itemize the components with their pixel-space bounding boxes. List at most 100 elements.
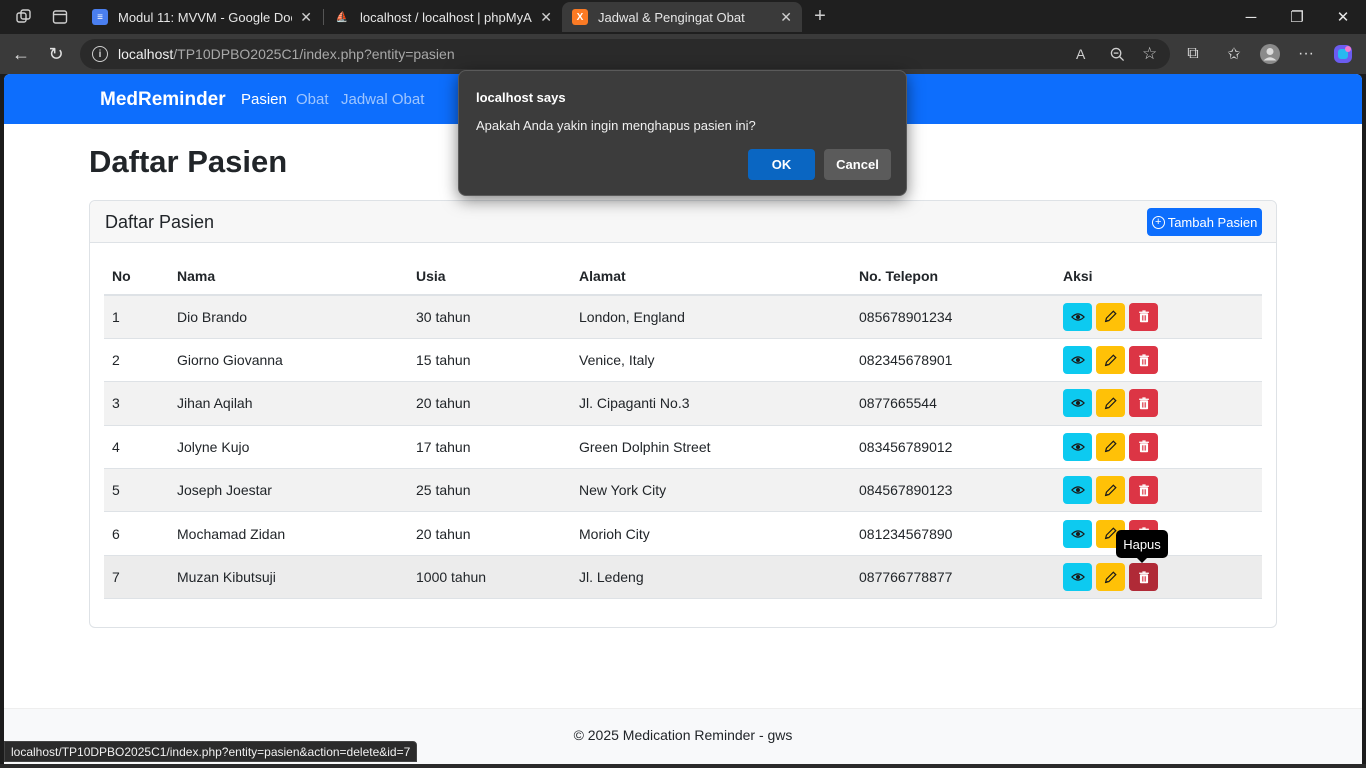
navbar-brand[interactable]: MedReminder [100, 89, 226, 111]
zoom-icon[interactable] [1110, 39, 1125, 69]
header-no: No [104, 258, 169, 296]
nav-link-pasien[interactable]: Pasien [241, 91, 287, 108]
delete-button[interactable] [1129, 432, 1158, 461]
url-path: /TP10DPBO2025C1/index.php?entity=pasien [173, 46, 455, 62]
add-patient-label: Tambah Pasien [1167, 214, 1258, 230]
cell-aksi [1055, 555, 1262, 600]
vertical-tabs-icon[interactable] [50, 7, 70, 27]
cell-no: 6 [104, 511, 169, 556]
close-tab-icon[interactable]: ✕ [780, 9, 792, 26]
browser-toolbar: ← ↻ i localhost/TP10DPBO2025C1/index.php… [0, 34, 1366, 74]
pencil-icon [1104, 310, 1117, 323]
dialog-message: Apakah Anda yakin ingin menghapus pasien… [476, 118, 756, 133]
copilot-icon[interactable] [1331, 42, 1355, 66]
table-row: 2 Giorno Giovanna 15 tahun Venice, Italy 082… [104, 338, 1262, 383]
xampp-icon: X [572, 9, 588, 25]
cell-aksi [1055, 425, 1262, 470]
delete-button[interactable] [1129, 389, 1158, 418]
cell-alamat: New York City [571, 468, 851, 513]
cell-usia: 1000 tahun [408, 555, 571, 600]
more-menu-icon[interactable]: ··· [1294, 42, 1318, 66]
page-title: Daftar Pasien [89, 144, 288, 179]
close-tab-icon[interactable]: ✕ [540, 9, 552, 26]
cell-no: 4 [104, 425, 169, 470]
read-aloud-icon[interactable]: A [1076, 39, 1085, 69]
cell-usia: 20 tahun [408, 511, 571, 556]
cell-aksi [1055, 381, 1262, 426]
tab-title: Modul 11: MVVM - Google Docs [118, 9, 293, 25]
back-icon[interactable]: ← [8, 42, 34, 66]
nav-link-obat[interactable]: Obat [296, 91, 329, 108]
cell-aksi [1055, 338, 1262, 383]
pencil-icon [1104, 397, 1117, 410]
cell-no: 2 [104, 338, 169, 383]
delete-button[interactable] [1129, 476, 1158, 505]
edit-button[interactable] [1096, 346, 1125, 375]
cell-no: 1 [104, 295, 169, 339]
cell-no: 5 [104, 468, 169, 513]
close-window-icon[interactable]: ✕ [1320, 0, 1366, 34]
tab-phpmyadmin[interactable]: ⛵ localhost / localhost | phpMyAdm ✕ [324, 2, 562, 32]
view-button[interactable] [1063, 346, 1092, 375]
view-button[interactable] [1063, 302, 1092, 331]
close-tab-icon[interactable]: ✕ [300, 9, 312, 26]
header-telepon: No. Telepon [851, 258, 1055, 296]
card-header: Daftar Pasien + Tambah Pasien [90, 201, 1276, 243]
cell-usia: 25 tahun [408, 468, 571, 513]
trash-icon [1138, 353, 1150, 367]
trash-icon [1138, 484, 1150, 497]
view-button[interactable] [1063, 476, 1092, 505]
delete-button[interactable] [1129, 302, 1158, 331]
extensions-icon[interactable]: ⧉ [1181, 42, 1205, 66]
cell-nama: Muzan Kibutsuji [169, 555, 408, 600]
add-patient-button[interactable]: + Tambah Pasien [1147, 208, 1262, 236]
trash-icon [1138, 310, 1150, 323]
table-header-row: No Nama Usia Alamat No. Telepon Aksi [104, 258, 1262, 296]
cell-aksi [1055, 468, 1262, 513]
new-tab-icon[interactable]: + [810, 5, 830, 27]
header-alamat: Alamat [571, 258, 851, 296]
workspaces-icon[interactable] [14, 7, 34, 27]
cell-nama: Jolyne Kujo [169, 425, 408, 470]
edit-button[interactable] [1096, 432, 1125, 461]
delete-button[interactable] [1129, 346, 1158, 375]
cell-usia: 30 tahun [408, 295, 571, 339]
table-row: 4 Jolyne Kujo 17 tahun Green Dolphin Street… [104, 425, 1262, 470]
edit-button[interactable] [1096, 302, 1125, 331]
site-info-icon[interactable]: i [92, 46, 108, 62]
edit-button[interactable] [1096, 563, 1125, 592]
tab-google-docs[interactable]: ≡ Modul 11: MVVM - Google Docs ✕ [82, 2, 322, 32]
nav-link-jadwal-obat[interactable]: Jadwal Obat [341, 91, 424, 108]
minimize-icon[interactable]: ─ [1228, 0, 1274, 34]
tab-jadwal-obat[interactable]: X Jadwal & Pengingat Obat ✕ [562, 2, 802, 32]
cell-usia: 20 tahun [408, 381, 571, 426]
view-button[interactable] [1063, 432, 1092, 461]
view-button[interactable] [1063, 563, 1092, 592]
cell-telepon: 085678901234 [851, 295, 1055, 339]
cell-alamat: Green Dolphin Street [571, 425, 851, 470]
cell-no: 7 [104, 555, 169, 600]
edit-button[interactable] [1096, 389, 1125, 418]
cell-nama: Jihan Aqilah [169, 381, 408, 426]
cell-alamat: London, England [571, 295, 851, 339]
pencil-icon [1104, 570, 1117, 584]
dialog-ok-button[interactable]: OK [748, 149, 815, 180]
table-row: 1 Dio Brando 30 tahun London, England 085678… [104, 295, 1262, 339]
google-docs-icon: ≡ [92, 9, 108, 25]
cell-alamat: Jl. Cipaganti No.3 [571, 381, 851, 426]
profile-avatar-icon[interactable] [1258, 42, 1282, 66]
dialog-cancel-button[interactable]: Cancel [824, 149, 891, 180]
address-bar[interactable]: i localhost/TP10DPBO2025C1/index.php?ent… [80, 39, 1170, 69]
eye-icon [1070, 527, 1085, 541]
reload-icon[interactable]: ↻ [43, 42, 69, 66]
cell-nama: Mochamad Zidan [169, 511, 408, 556]
restore-icon[interactable]: ❐ [1274, 0, 1320, 34]
favorites-icon[interactable]: ✩ [1222, 42, 1246, 66]
eye-icon [1070, 440, 1085, 454]
edit-button[interactable] [1096, 476, 1125, 505]
cell-telepon: 081234567890 [851, 511, 1055, 556]
view-button[interactable] [1063, 389, 1092, 418]
view-button[interactable] [1063, 519, 1092, 548]
favorite-star-icon[interactable]: ☆ [1142, 39, 1157, 69]
eye-icon [1070, 353, 1085, 367]
